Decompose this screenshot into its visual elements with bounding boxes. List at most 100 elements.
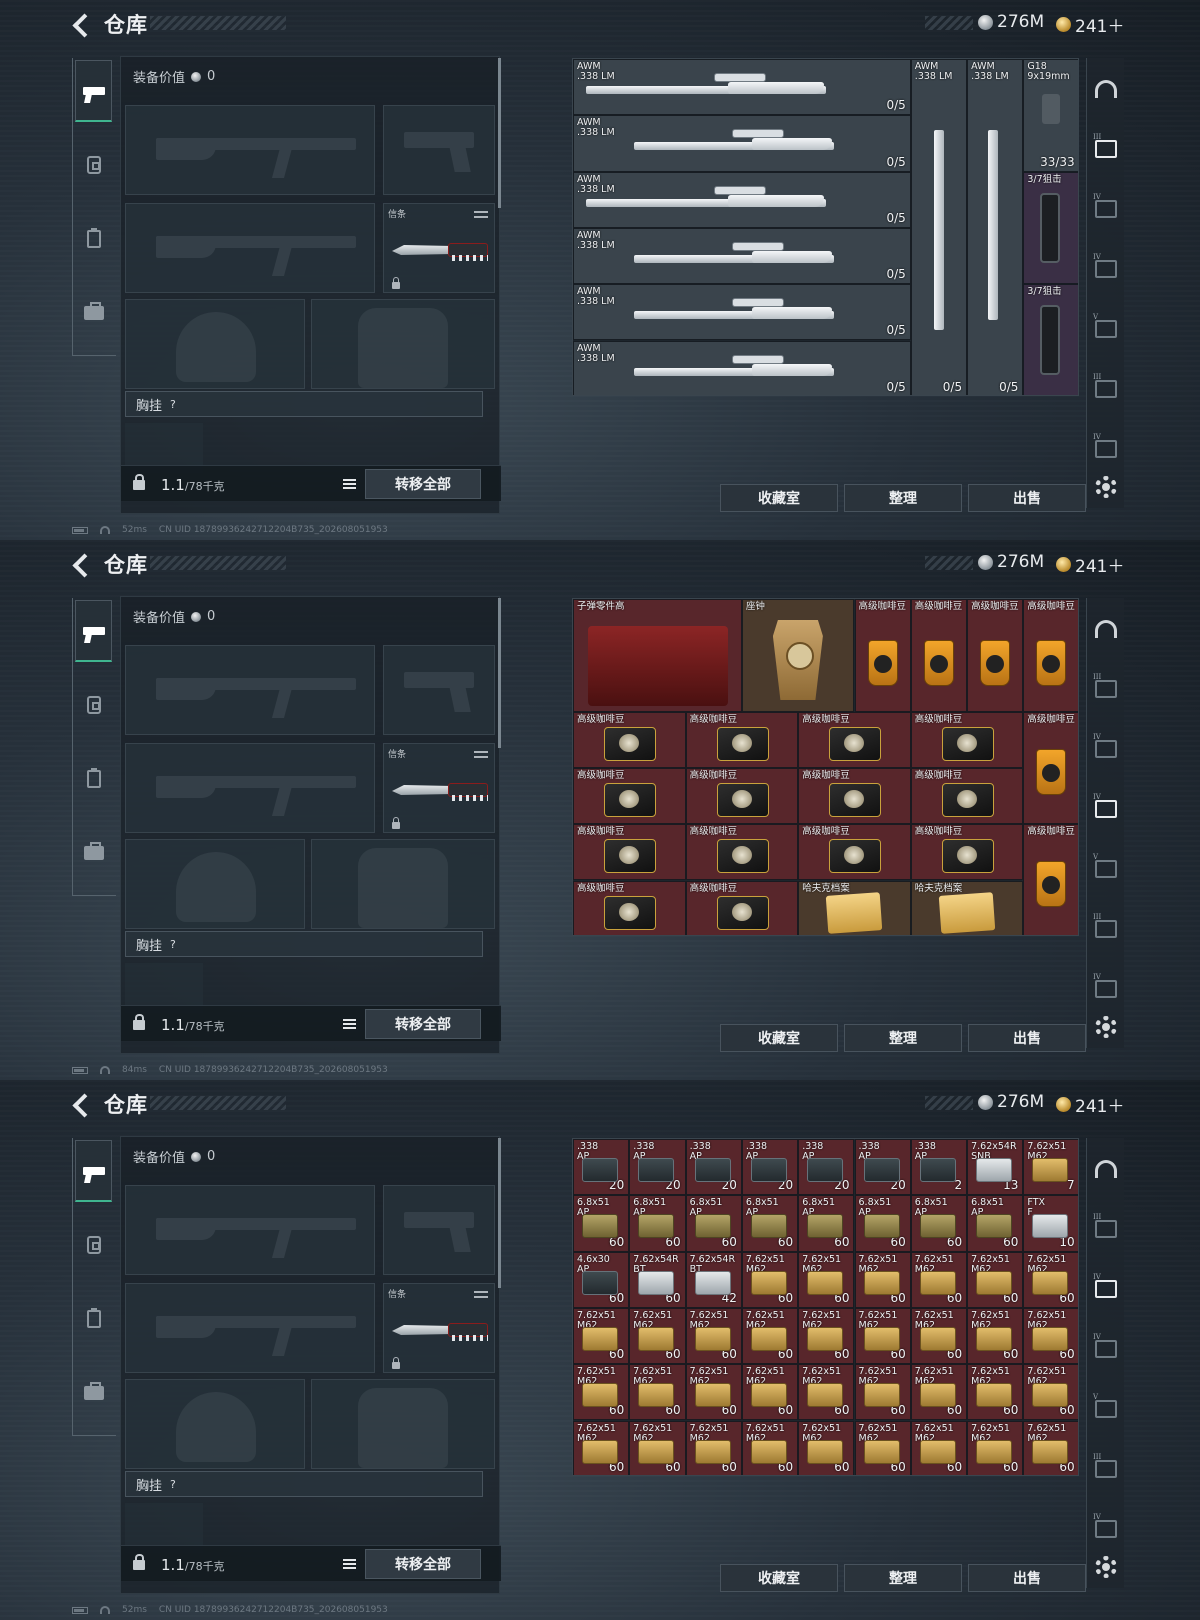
tab-armor[interactable] bbox=[75, 1214, 112, 1276]
stash-item[interactable]: 哈夫克档案 bbox=[798, 880, 911, 935]
sort-button[interactable]: 整理 bbox=[844, 1564, 962, 1592]
stash-item[interactable]: 7.62x51 M62 60 bbox=[798, 1420, 855, 1475]
stash-item[interactable]: .338 AP 20 bbox=[798, 1139, 855, 1196]
stash-item[interactable]: 7.62x51 M62 60 bbox=[1023, 1420, 1078, 1475]
stash-item[interactable]: 7.62x51 M62 60 bbox=[573, 1307, 630, 1365]
stash-item[interactable]: 6.8x51 AP 60 bbox=[967, 1195, 1024, 1252]
stash-page-tab-icon[interactable] bbox=[1093, 193, 1117, 218]
stash-item[interactable]: AWM .338 LM 0/5 bbox=[910, 59, 968, 395]
stash-item[interactable]: 7.62x51 M62 60 bbox=[685, 1364, 742, 1421]
primary-weapon-slot[interactable] bbox=[125, 105, 375, 195]
secondary-weapon-slot[interactable] bbox=[125, 743, 375, 833]
stash-item[interactable]: 子弹零件高 bbox=[573, 599, 742, 712]
sidearm-slot[interactable] bbox=[383, 645, 495, 735]
stash-item[interactable]: 7.62x51 M62 60 bbox=[798, 1251, 855, 1308]
stash-item[interactable]: 高级咖啡豆 bbox=[1023, 824, 1078, 935]
primary-weapon-slot[interactable] bbox=[125, 645, 375, 735]
stash-item[interactable]: .338 AP 2 bbox=[910, 1139, 968, 1196]
transfer-all-button[interactable]: 转移全部 bbox=[365, 1009, 481, 1039]
stash-item[interactable]: AWM .338 LM 0/5 bbox=[573, 171, 911, 228]
list-icon[interactable] bbox=[339, 476, 359, 492]
stash-item[interactable]: 7.62x51 M62 60 bbox=[685, 1307, 742, 1365]
stash-page-tab-icon[interactable] bbox=[1093, 973, 1117, 998]
body-armor-slot[interactable] bbox=[311, 1379, 495, 1469]
collection-arch-icon[interactable] bbox=[1095, 1160, 1117, 1178]
help-icon[interactable]: ? bbox=[170, 1478, 176, 1491]
stash-item[interactable]: 高级咖啡豆 bbox=[1023, 599, 1078, 712]
sell-button[interactable]: 出售 bbox=[968, 1024, 1086, 1052]
stash-item[interactable]: G18 9x19mm 33/33 bbox=[1023, 59, 1078, 172]
stash-item[interactable]: 7.62x51 M62 60 bbox=[629, 1364, 686, 1421]
stash-page-tab-icon[interactable] bbox=[1093, 313, 1117, 338]
stash-item[interactable]: 哈夫克档案 bbox=[910, 880, 1024, 935]
tab-backpack[interactable] bbox=[75, 1362, 112, 1424]
stash-item[interactable]: 高级咖啡豆 bbox=[573, 880, 686, 935]
collection-arch-icon[interactable] bbox=[1095, 620, 1117, 638]
stash-item[interactable]: 7.62x51 M62 60 bbox=[910, 1364, 968, 1421]
stash-item[interactable]: 7.62x51 M62 60 bbox=[629, 1420, 686, 1475]
stash-item[interactable]: 高级咖啡豆 bbox=[685, 880, 799, 935]
back-arrow-icon[interactable] bbox=[70, 12, 96, 38]
stash-item[interactable]: 7.62x51 M62 60 bbox=[854, 1364, 911, 1421]
sort-button[interactable]: 整理 bbox=[844, 1024, 962, 1052]
stash-item[interactable]: 6.8x51 AP 60 bbox=[741, 1195, 799, 1252]
stash-item[interactable]: 7.62x51 M62 60 bbox=[798, 1364, 855, 1421]
gear-icon[interactable] bbox=[1095, 1556, 1117, 1578]
lock-icon[interactable] bbox=[133, 1014, 145, 1030]
stash-page-tab-icon[interactable] bbox=[1093, 853, 1117, 878]
tab-rig[interactable] bbox=[75, 1288, 112, 1350]
stash-item[interactable]: 7.62x51 M62 60 bbox=[967, 1364, 1024, 1421]
stash-item[interactable]: 7.62x51 M62 60 bbox=[741, 1420, 799, 1475]
tab-weapons[interactable] bbox=[75, 60, 112, 122]
stash-page-tab-icon[interactable] bbox=[1093, 1213, 1117, 1238]
stash-page-tab-icon[interactable] bbox=[1093, 733, 1117, 758]
helmet-slot[interactable] bbox=[125, 299, 305, 389]
stash-item[interactable]: 4.6x30 AP 60 bbox=[573, 1251, 630, 1308]
melee-slot[interactable]: 信条 bbox=[383, 743, 495, 833]
transfer-all-button[interactable]: 转移全部 bbox=[365, 1549, 481, 1579]
collection-button[interactable]: 收藏室 bbox=[720, 1024, 838, 1052]
stash-item[interactable]: AWM .338 LM 0/5 bbox=[573, 115, 911, 172]
stash-item[interactable]: FTX F 10 bbox=[1023, 1195, 1078, 1252]
stash-item[interactable]: 7.62x51 M62 7 bbox=[1023, 1139, 1078, 1196]
stash-item[interactable]: AWM .338 LM 0/5 bbox=[573, 59, 911, 116]
helmet-slot[interactable] bbox=[125, 839, 305, 929]
tab-armor[interactable] bbox=[75, 674, 112, 736]
stash-item[interactable]: 高级咖啡豆 bbox=[573, 767, 686, 825]
stash-item[interactable]: 7.62x51 M62 60 bbox=[741, 1364, 799, 1421]
stash-item[interactable]: 7.62x51 M62 60 bbox=[741, 1251, 799, 1308]
gear-icon[interactable] bbox=[1095, 1016, 1117, 1038]
chest-rig-row[interactable]: 胸挂 ? bbox=[125, 391, 483, 417]
stash-item[interactable]: AWM .338 LM 0/5 bbox=[573, 284, 911, 341]
stash-item[interactable]: 7.62x51 M62 60 bbox=[741, 1307, 799, 1365]
stash-item[interactable]: AWM .338 LM 0/5 bbox=[573, 340, 911, 395]
stash-page-tab-icon[interactable] bbox=[1093, 133, 1117, 158]
stash-page-tab-icon[interactable] bbox=[1093, 1453, 1117, 1478]
stash-item[interactable]: 高级咖啡豆 bbox=[798, 711, 911, 768]
tab-backpack[interactable] bbox=[75, 822, 112, 884]
gold-currency[interactable]: 241＋ bbox=[1056, 12, 1124, 37]
stash-item[interactable]: 6.8x51 AP 60 bbox=[798, 1195, 855, 1252]
stash-item[interactable]: AWM .338 LM 0/5 bbox=[573, 227, 911, 285]
secondary-weapon-slot[interactable] bbox=[125, 203, 375, 293]
tab-rig[interactable] bbox=[75, 208, 112, 270]
swap-icon[interactable] bbox=[474, 208, 488, 220]
stash-item[interactable]: 高级咖啡豆 bbox=[798, 824, 911, 881]
stash-item[interactable]: .338 AP 20 bbox=[741, 1139, 799, 1196]
help-icon[interactable]: ? bbox=[170, 398, 176, 411]
stash-item[interactable]: 7.62x51 M62 60 bbox=[685, 1420, 742, 1475]
stash-item[interactable]: 7.62x51 M62 60 bbox=[967, 1251, 1024, 1308]
stash-item[interactable]: 7.62x51 M62 60 bbox=[910, 1307, 968, 1365]
stash-item[interactable]: 7.62x51 M62 60 bbox=[910, 1420, 968, 1475]
stash-item[interactable]: 7.62x51 M62 60 bbox=[798, 1307, 855, 1365]
gold-currency[interactable]: 241＋ bbox=[1056, 552, 1124, 577]
equipment-scrollbar[interactable] bbox=[498, 1138, 501, 1288]
stash-item[interactable]: 7.62x51 M62 60 bbox=[1023, 1251, 1078, 1308]
tab-armor[interactable] bbox=[75, 134, 112, 196]
stash-item[interactable]: 高级咖啡豆 bbox=[910, 711, 1024, 768]
stash-item[interactable]: 7.62x51 M62 60 bbox=[629, 1307, 686, 1365]
stash-page-tab-icon[interactable] bbox=[1093, 433, 1117, 458]
stash-page-tab-icon[interactable] bbox=[1093, 1393, 1117, 1418]
body-armor-slot[interactable] bbox=[311, 839, 495, 929]
stash-item[interactable]: 7.62x51 M62 60 bbox=[967, 1307, 1024, 1365]
